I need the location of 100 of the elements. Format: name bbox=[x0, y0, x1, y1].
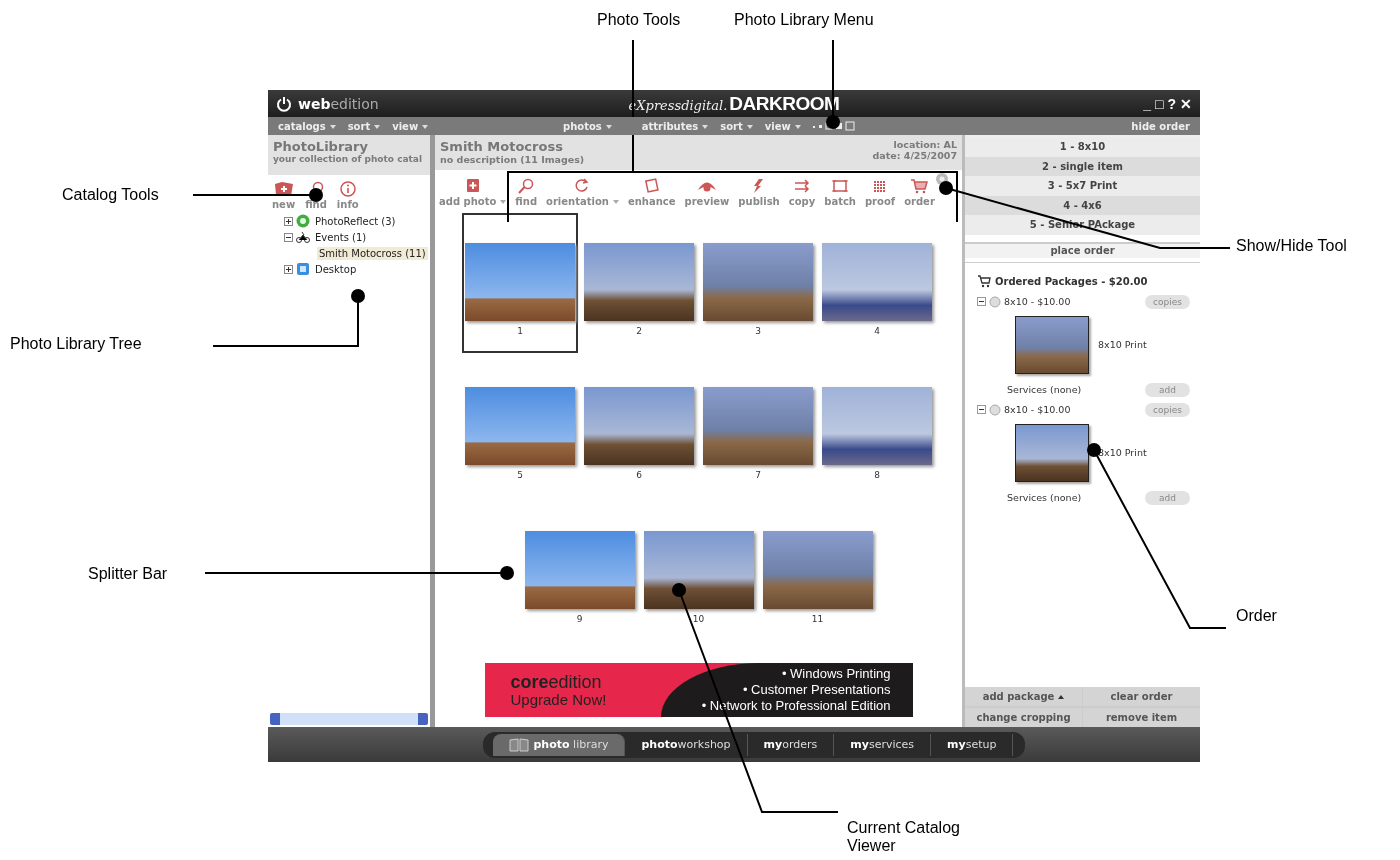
tree-item[interactable]: Events (1) bbox=[313, 230, 369, 244]
cart-icon bbox=[909, 178, 930, 194]
tree-item[interactable]: Desktop bbox=[313, 262, 359, 276]
photo-thumbnail[interactable]: 8 bbox=[819, 357, 935, 497]
tool-button[interactable]: enhance bbox=[627, 178, 676, 210]
photo-thumbnail[interactable]: 2 bbox=[581, 213, 697, 353]
add-package-button[interactable]: add package bbox=[965, 687, 1082, 706]
ad-bullet: • Customer Presentations bbox=[742, 682, 891, 698]
services-label: Services (none) bbox=[1007, 492, 1083, 503]
tree-item[interactable]: Smith Motocross (11) bbox=[317, 246, 428, 260]
photo-number: 1 bbox=[517, 326, 523, 336]
photo-thumbnail[interactable]: 10 bbox=[640, 501, 757, 641]
photo-number: 11 bbox=[811, 614, 824, 624]
remove-item-button[interactable]: remove item bbox=[1083, 708, 1200, 727]
menu-item[interactable]: sort bbox=[347, 120, 381, 132]
photo-number: 2 bbox=[636, 326, 642, 336]
nav-tab[interactable]: mysetup bbox=[931, 733, 1014, 756]
menu-item[interactable]: attributes bbox=[641, 120, 709, 132]
collapse-icon[interactable] bbox=[977, 297, 986, 306]
expander-icon[interactable] bbox=[284, 216, 293, 226]
expander-icon[interactable] bbox=[284, 264, 293, 274]
catalog-title: Smith Motocross bbox=[440, 139, 564, 154]
book-icon bbox=[508, 737, 529, 752]
ad-cta: Upgrade Now! bbox=[510, 690, 608, 708]
tool-button[interactable]: new bbox=[272, 181, 296, 210]
callout-label: Photo Tools bbox=[597, 11, 681, 29]
photo-thumbnail[interactable]: 4 bbox=[819, 213, 935, 353]
photo-thumbnail[interactable]: 9 bbox=[521, 501, 638, 641]
collapse-icon[interactable] bbox=[977, 405, 986, 414]
photo-thumbnail[interactable]: 11 bbox=[759, 501, 876, 641]
tool-button[interactable]: order bbox=[904, 178, 935, 210]
clear-order-button[interactable]: clear order bbox=[1083, 687, 1200, 706]
callout-label: Show/Hide Tool bbox=[1236, 237, 1347, 255]
print-label: 8x10 Print bbox=[1098, 339, 1147, 350]
callout-label: Order bbox=[1236, 607, 1277, 625]
hide-order-link[interactable]: hide order bbox=[1131, 120, 1190, 132]
tool-button[interactable]: info bbox=[336, 181, 359, 210]
ad-bullet: • Windows Printing bbox=[781, 666, 891, 682]
callout-label: Photo Library Tree bbox=[10, 335, 142, 353]
catalog-date: date: 4/25/2007 bbox=[872, 150, 957, 161]
info-icon bbox=[339, 181, 356, 197]
window-control[interactable]: ? bbox=[1167, 95, 1176, 112]
tool-button[interactable]: batch bbox=[824, 178, 856, 210]
tool-button[interactable]: proof bbox=[864, 178, 896, 210]
view-size-icon[interactable] bbox=[812, 121, 855, 131]
place-order-button[interactable]: place order bbox=[965, 241, 1200, 258]
cart-icon bbox=[977, 274, 991, 288]
panel-title: PhotoLibrary bbox=[273, 139, 369, 154]
photo-thumbnail[interactable]: 5 bbox=[462, 357, 578, 497]
photo-thumbnail[interactable]: 1 bbox=[462, 213, 578, 353]
photo-number: 10 bbox=[692, 614, 705, 624]
horizontal-scrollbar[interactable] bbox=[270, 713, 428, 725]
tool-button[interactable]: add photo bbox=[439, 178, 507, 210]
nav-tab[interactable]: myservices bbox=[834, 733, 932, 756]
callout-label: Catalog Tools bbox=[62, 186, 159, 204]
menu-item[interactable]: catalogs bbox=[278, 120, 336, 132]
nav-tab[interactable]: photoworkshop bbox=[625, 733, 748, 756]
change-cropping-button[interactable]: change cropping bbox=[965, 708, 1082, 727]
menu-item[interactable]: view bbox=[392, 120, 429, 132]
power-icon[interactable] bbox=[276, 95, 292, 112]
package-item[interactable]: 2 - single item bbox=[965, 156, 1200, 176]
photo-number: 9 bbox=[576, 614, 583, 624]
services-label: Services (none) bbox=[1007, 384, 1083, 395]
photo-number: 4 bbox=[874, 326, 880, 336]
window-control[interactable]: _ bbox=[1143, 95, 1151, 112]
bike-icon bbox=[296, 230, 310, 244]
photo-thumbnail[interactable]: 6 bbox=[581, 357, 697, 497]
menu-item[interactable]: view bbox=[764, 120, 801, 132]
plus-tile-icon bbox=[273, 181, 294, 197]
tool-button[interactable]: copy bbox=[788, 178, 816, 210]
tool-button[interactable]: find bbox=[515, 178, 538, 210]
menu-item[interactable]: photos bbox=[563, 120, 612, 132]
app-brand: webedition bbox=[298, 95, 379, 112]
photo-thumbnail[interactable]: 7 bbox=[700, 357, 816, 497]
menu-item[interactable]: sort bbox=[720, 120, 753, 132]
package-label: 8x10 - $10.00 bbox=[1004, 404, 1072, 415]
expander-icon[interactable] bbox=[284, 232, 293, 242]
tool-button[interactable]: orientation bbox=[546, 178, 619, 210]
nav-tab[interactable]: myorders bbox=[747, 733, 835, 756]
window-control[interactable]: □ bbox=[1154, 95, 1164, 112]
ad-banner[interactable]: coreedition Upgrade Now! • Windows Printing • Customer Presentations • Network to Professional Edition bbox=[484, 663, 913, 717]
package-icon bbox=[989, 403, 1001, 416]
desktop-icon bbox=[296, 262, 310, 276]
ordered-packages-title: Ordered Packages - $20.00 bbox=[995, 275, 1148, 287]
photo-number: 7 bbox=[755, 470, 761, 480]
tree-item[interactable]: PhotoReflect (3) bbox=[313, 214, 398, 228]
logo-text: eXpressdigital. bbox=[628, 97, 728, 113]
photo-number: 3 bbox=[755, 326, 761, 336]
photo-number: 6 bbox=[636, 470, 642, 480]
callout-label: Photo Library Menu bbox=[734, 11, 874, 29]
nav-tab[interactable]: photo library bbox=[492, 733, 626, 756]
photo-thumbnail[interactable]: 3 bbox=[700, 213, 816, 353]
ad-brand: coreedition bbox=[510, 672, 603, 691]
catalog-location: location: AL bbox=[892, 139, 957, 150]
tool-button[interactable]: preview bbox=[684, 178, 730, 210]
print-label: 8x10 Print bbox=[1098, 447, 1147, 458]
callout-label: Splitter Bar bbox=[88, 565, 168, 583]
window-control[interactable]: ✕ bbox=[1180, 95, 1192, 112]
catalog-description: no description (11 Images) bbox=[440, 154, 585, 165]
tool-button[interactable]: publish bbox=[738, 178, 780, 210]
